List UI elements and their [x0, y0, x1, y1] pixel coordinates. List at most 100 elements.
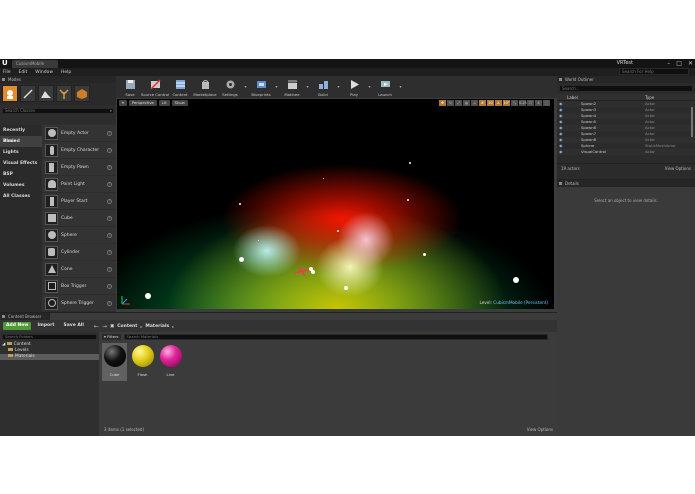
world-space-icon[interactable]: ◍ [463, 100, 470, 106]
play-button[interactable]: Play [342, 76, 366, 98]
add-new-button[interactable]: Add New [3, 322, 32, 330]
content-button[interactable]: Content [168, 76, 192, 98]
outliner-row[interactable]: ◉ VisualControl Actor [557, 149, 695, 155]
cb-view-options-button[interactable]: View Options [527, 427, 553, 432]
category-lights[interactable]: Lights [0, 147, 42, 158]
lit-button[interactable]: Lit [158, 100, 170, 106]
outliner-view-options-button[interactable]: View Options [665, 164, 691, 172]
minimize-button[interactable]: – [667, 59, 670, 68]
sphere-actor[interactable] [423, 253, 426, 256]
maximize-button[interactable]: □ [676, 59, 682, 68]
help-icon[interactable]: ? [107, 233, 112, 238]
help-icon[interactable]: ? [107, 284, 112, 289]
geometry-mode-icon[interactable] [74, 85, 90, 102]
outliner-search-input[interactable]: Search... [559, 85, 693, 92]
category-basic[interactable]: Basic [0, 136, 42, 147]
level-viewport[interactable]: ▾ Perspective Lit Show ✥ ↻ ⤢ ◍ ⊥ # 10 ∠ … [117, 99, 554, 309]
search-classes-input[interactable]: Search Classes ⌕ [2, 108, 114, 114]
translate-tool-icon[interactable]: ✥ [439, 100, 446, 106]
foliage-mode-icon[interactable] [56, 85, 72, 102]
paint-mode-icon[interactable] [20, 85, 36, 102]
label-column-header[interactable]: Label [557, 94, 645, 100]
build-button[interactable]: Build [311, 76, 335, 98]
blueprints-button[interactable]: Blueprints [249, 76, 273, 98]
menu-edit[interactable]: Edit [19, 70, 28, 75]
sphere-actor[interactable] [407, 199, 409, 201]
grid-snap-icon[interactable]: # [479, 100, 486, 106]
rotate-tool-icon[interactable]: ↻ [447, 100, 454, 106]
camera-speed-icon[interactable]: ☐ [527, 100, 534, 106]
help-icon[interactable]: ? [107, 301, 112, 306]
details-tab[interactable]: Details [557, 180, 695, 187]
type-column-header[interactable]: Type [645, 94, 654, 100]
place-item-cube[interactable]: Cube? [42, 210, 116, 227]
help-icon[interactable]: ? [107, 199, 112, 204]
category-visual-effects[interactable]: Visual Effects [0, 158, 42, 169]
modes-tab[interactable]: Modes [0, 76, 116, 83]
build-dropdown-icon[interactable]: ▾ [336, 76, 341, 98]
save-button[interactable]: Save [118, 76, 142, 98]
surface-snap-icon[interactable]: ⊥ [471, 100, 478, 106]
help-icon[interactable]: ? [107, 267, 112, 272]
place-mode-icon[interactable] [2, 85, 18, 102]
maximize-viewport-icon[interactable]: ⬚ [543, 100, 550, 106]
scale-tool-icon[interactable]: ⤢ [455, 100, 462, 106]
place-item-player-start[interactable]: Player Start? [42, 193, 116, 210]
category-all-classes[interactable]: All Classes [0, 191, 42, 202]
place-item-box-trigger[interactable]: Box Trigger? [42, 278, 116, 295]
sphere-actor[interactable] [513, 277, 519, 283]
selected-actor-gizmo[interactable] [293, 264, 315, 278]
breadcrumb-content[interactable]: Content [117, 324, 137, 329]
search-help-input[interactable]: Search For Help [619, 68, 689, 75]
blueprints-dropdown-icon[interactable]: ▾ [274, 76, 279, 98]
rotation-snap-icon[interactable]: ∠ [495, 100, 502, 106]
matinee-dropdown-icon[interactable]: ▾ [305, 76, 310, 98]
filters-button[interactable]: ▾ Filters [102, 333, 121, 340]
settings-dropdown-icon[interactable]: ▾ [243, 76, 248, 98]
launch-button[interactable]: Launch [373, 76, 397, 98]
save-all-button[interactable]: Save All [61, 322, 87, 330]
marketplace-button[interactable]: Marketplace [193, 76, 217, 98]
play-dropdown-icon[interactable]: ▾ [367, 76, 372, 98]
category-recently-placed[interactable]: Recently Placed [0, 125, 42, 144]
category-volumes[interactable]: Volumes [0, 180, 42, 191]
content-browser-tab[interactable]: Content Browser [0, 313, 50, 320]
sphere-actor[interactable] [344, 286, 348, 290]
help-icon[interactable]: ? [107, 216, 112, 221]
search-folders-input[interactable]: Search Folders [2, 334, 97, 340]
help-icon[interactable]: ? [107, 250, 112, 255]
menu-window[interactable]: Window [35, 70, 53, 75]
place-item-cylinder[interactable]: Cylinder? [42, 244, 116, 261]
rotation-snap-value[interactable]: 10° [503, 100, 510, 106]
close-button[interactable]: ✕ [688, 59, 693, 68]
place-item-empty-character[interactable]: Empty Character? [42, 142, 116, 159]
asset-tile[interactable]: Line [158, 343, 183, 381]
perspective-button[interactable]: Perspective [128, 100, 157, 106]
scale-snap-value[interactable]: 0.25 [519, 100, 527, 106]
back-arrow-icon[interactable]: ← [94, 323, 99, 330]
asset-tile[interactable]: Cube [102, 343, 127, 381]
launch-dropdown-icon[interactable]: ▾ [398, 76, 403, 98]
source-control-button[interactable]: Source Control [141, 76, 169, 98]
help-icon[interactable]: ? [107, 165, 112, 170]
search-materials-input[interactable]: Search Materials [123, 333, 548, 340]
place-item-sphere[interactable]: Sphere? [42, 227, 116, 244]
camera-speed-value[interactable]: 4 [535, 100, 542, 106]
world-outliner-tab[interactable]: World Outliner [557, 76, 695, 83]
category-bsp[interactable]: BSP [0, 169, 42, 180]
breadcrumb-materials[interactable]: Materials [145, 324, 169, 329]
sphere-actor[interactable] [239, 257, 244, 262]
place-item-cone[interactable]: Cone? [42, 261, 116, 278]
settings-button[interactable]: Settings [218, 76, 242, 98]
show-button[interactable]: Show [171, 100, 188, 106]
grid-snap-value[interactable]: 10 [487, 100, 494, 106]
viewport-options-button[interactable]: ▾ [119, 100, 127, 106]
tree-item-materials[interactable]: Materials [0, 354, 99, 360]
document-tab[interactable]: CubismMobile [12, 60, 58, 68]
help-icon[interactable]: ? [107, 131, 112, 136]
place-item-point-light[interactable]: Point Light? [42, 176, 116, 193]
sphere-actor[interactable] [145, 293, 151, 299]
menu-file[interactable]: File [3, 70, 11, 75]
outliner-scrollbar[interactable] [691, 107, 693, 137]
help-icon[interactable]: ? [107, 148, 112, 153]
